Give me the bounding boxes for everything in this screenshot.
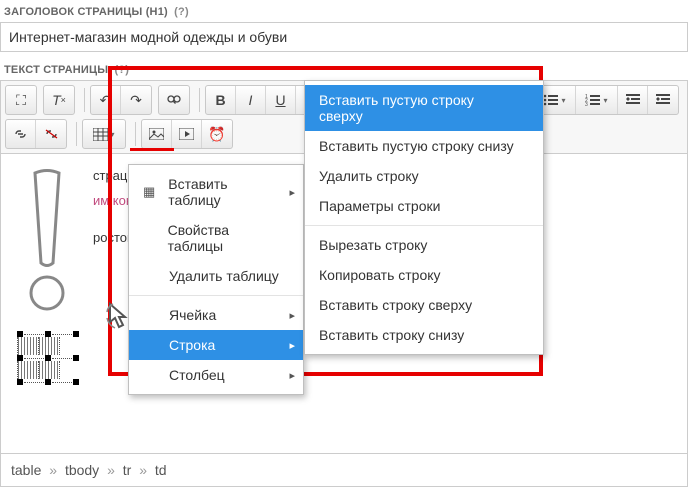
undo-button[interactable]: ↶ (91, 86, 121, 114)
clear-formatting-button[interactable]: T× (44, 86, 74, 114)
row-submenu: Вставить пустую строку сверху Вставить п… (304, 80, 544, 355)
menu-cell[interactable]: Ячейка ▸ (129, 300, 303, 330)
path-tr[interactable]: tr (123, 462, 132, 478)
svg-text:3: 3 (585, 102, 588, 106)
path-tbody[interactable]: tbody (65, 462, 99, 478)
underline-button[interactable]: U (266, 86, 296, 114)
image-button[interactable] (142, 120, 172, 148)
help-icon[interactable]: (?) (174, 6, 189, 18)
redo-button[interactable]: ↷ (121, 86, 151, 114)
chevron-right-icon: ▸ (289, 369, 295, 382)
unlink-button[interactable] (36, 120, 66, 148)
element-path: table » tbody » tr » td (0, 454, 688, 487)
submenu-paste-row-below[interactable]: Вставить строку снизу (305, 320, 543, 350)
indent-button[interactable] (648, 86, 678, 114)
submenu-row-properties[interactable]: Параметры строки (305, 191, 543, 221)
menu-row[interactable]: Строка ▸ (129, 330, 303, 360)
submenu-delete-row[interactable]: Удалить строку (305, 161, 543, 191)
table-dropdown-menu: ▦ Вставить таблицу ▸ Свойства таблицы Уд… (128, 164, 304, 395)
fullscreen-button[interactable]: ⛶ (6, 86, 36, 114)
chevron-right-icon: ▸ (289, 186, 295, 199)
rich-text-editor: ⛶ T× ↶ ↷ B I U (0, 80, 688, 487)
outdent-button[interactable] (618, 86, 648, 114)
menu-insert-table[interactable]: ▦ Вставить таблицу ▸ (129, 169, 303, 215)
numbered-list-button[interactable]: 123 ▾ (576, 86, 618, 114)
table-button[interactable]: ▾ (83, 120, 125, 148)
submenu-insert-empty-row-below[interactable]: Вставить пустую строку снизу (305, 131, 543, 161)
link-button[interactable] (6, 120, 36, 148)
menu-column[interactable]: Столбец ▸ (129, 360, 303, 390)
submenu-paste-row-above[interactable]: Вставить строку сверху (305, 290, 543, 320)
active-button-indicator (130, 148, 174, 151)
chevron-right-icon: ▸ (289, 309, 295, 322)
path-table[interactable]: table (11, 462, 41, 478)
heading-label: ЗАГОЛОВОК СТРАНИЦЫ (H1) (?) (0, 0, 688, 22)
path-td[interactable]: td (155, 462, 167, 478)
heading-input[interactable] (0, 22, 688, 52)
submenu-copy-row[interactable]: Копировать строку (305, 260, 543, 290)
menu-table-properties[interactable]: Свойства таблицы (129, 215, 303, 261)
submenu-insert-empty-row-above[interactable]: Вставить пустую строку сверху (305, 85, 543, 131)
submenu-cut-row[interactable]: Вырезать строку (305, 230, 543, 260)
italic-button[interactable]: I (236, 86, 266, 114)
menu-delete-table[interactable]: Удалить таблицу (129, 261, 303, 291)
chevron-right-icon: ▸ (289, 339, 295, 352)
help-icon[interactable]: (?) (115, 64, 130, 76)
find-button[interactable] (159, 86, 189, 114)
body-label: ТЕКСТ СТРАНИЦЫ (?) (0, 58, 688, 80)
anchor-button[interactable]: ⏰ (202, 120, 232, 148)
embed-button[interactable] (172, 120, 202, 148)
table-icon: ▦ (143, 184, 160, 200)
bold-button[interactable]: B (206, 86, 236, 114)
exclamation-icon (17, 168, 77, 321)
selected-table-placeholder[interactable] (17, 331, 79, 385)
